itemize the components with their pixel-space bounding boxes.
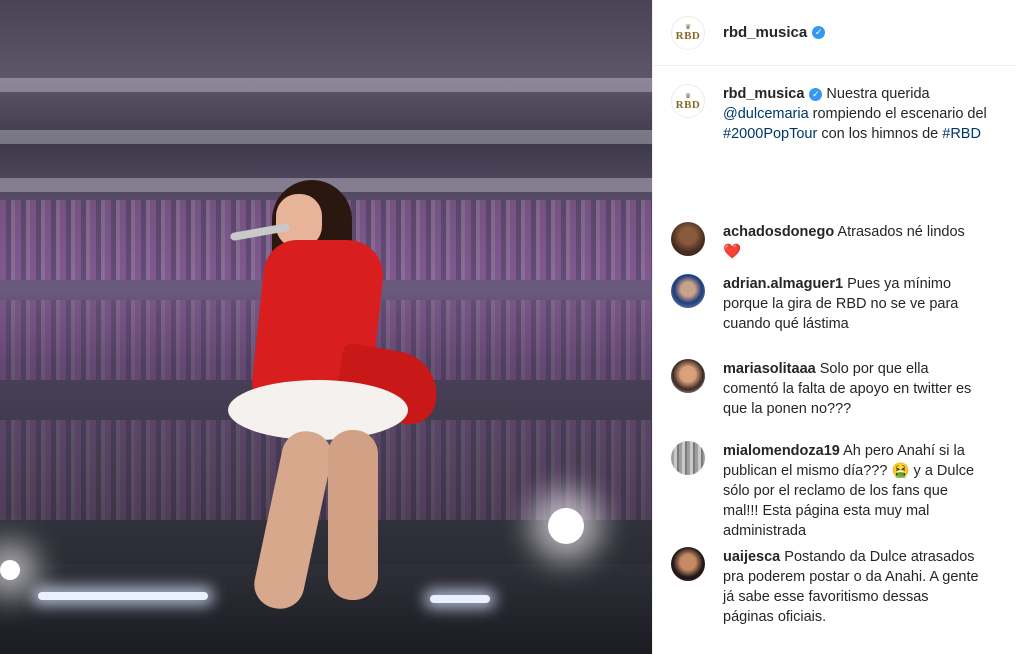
hashtag-link[interactable]: #RBD: [942, 126, 981, 142]
comment-text: uaijesca Postando da Dulce atrasados pra…: [723, 547, 983, 627]
post-video[interactable]: [0, 0, 652, 654]
hashtag-link[interactable]: #2000PopTour: [723, 126, 817, 142]
singer-figure: [228, 180, 448, 640]
commenter-avatar[interactable]: [671, 359, 705, 393]
vomiting-face-emoji-icon: 🤮: [891, 463, 910, 479]
comment-username[interactable]: mariasolitaaa: [723, 361, 816, 377]
comment-username[interactable]: mialomendoza19: [723, 443, 840, 459]
caption-text: rbd_musica ✓ Nuestra querida @dulcemaria …: [723, 84, 993, 144]
caption-segment: Nuestra querida: [822, 86, 930, 102]
comment: uaijesca Postando da Dulce atrasados pra…: [671, 547, 1007, 627]
comment-username[interactable]: achadosdonego: [723, 224, 834, 240]
comment-text: achadosdonego Atrasados né lindos ❤️: [723, 222, 983, 262]
instagram-post: ♛ RBD rbd_musica ✓ ♛ RBD rbd_musica ✓ Nue…: [0, 0, 1016, 654]
arena-balcony: [0, 130, 652, 144]
comment-username[interactable]: adrian.almaguer1: [723, 276, 843, 292]
heart-emoji-icon: ❤️: [723, 244, 742, 260]
comment-body: Atrasados né lindos: [834, 224, 965, 240]
comment-text: mariasolitaaa Solo por que ella comentó …: [723, 359, 978, 419]
commenter-avatar[interactable]: [671, 441, 705, 475]
comment: achadosdonego Atrasados né lindos ❤️: [671, 222, 1007, 262]
verified-badge-icon: ✓: [812, 26, 826, 39]
mention-link[interactable]: @dulcemaria: [723, 106, 809, 122]
comment: mialomendoza19 Ah pero Anahí si la publi…: [671, 441, 1007, 541]
caption-segment: rompiendo el escenario del: [808, 106, 987, 122]
stage-light: [38, 592, 208, 600]
comment-text: adrian.almaguer1 Pues ya mínimo porque l…: [723, 274, 983, 334]
verified-badge-icon: ✓: [809, 87, 823, 101]
author-username[interactable]: rbd_musica: [723, 24, 807, 41]
comment: adrian.almaguer1 Pues ya mínimo porque l…: [671, 274, 1007, 334]
commenter-avatar[interactable]: [671, 222, 705, 256]
post-header: ♛ RBD rbd_musica ✓: [653, 0, 1016, 66]
post-caption: ♛ RBD rbd_musica ✓ Nuestra querida @dulce…: [671, 84, 1007, 144]
caption-username[interactable]: rbd_musica: [723, 86, 804, 102]
white-skirt: [228, 380, 408, 440]
comment: mariasolitaaa Solo por que ella comentó …: [671, 359, 1007, 419]
author-avatar[interactable]: ♛ RBD: [671, 84, 705, 118]
stage-spotlight: [0, 560, 20, 580]
avatar-logo-text: RBD: [675, 98, 701, 111]
post-sidebar: ♛ RBD rbd_musica ✓ ♛ RBD rbd_musica ✓ Nue…: [652, 0, 1016, 654]
comment-username[interactable]: uaijesca: [723, 549, 780, 565]
singer-leg: [328, 430, 378, 600]
comment-text: mialomendoza19 Ah pero Anahí si la publi…: [723, 441, 983, 541]
commenter-avatar[interactable]: [671, 274, 705, 308]
stage-spotlight: [548, 508, 584, 544]
commenter-avatar[interactable]: [671, 547, 705, 581]
caption-segment: con los himnos de: [817, 126, 943, 142]
arena-balcony: [0, 78, 652, 92]
author-avatar[interactable]: ♛ RBD: [671, 15, 705, 50]
singer-leg: [249, 426, 337, 614]
avatar-logo-text: RBD: [675, 30, 701, 42]
